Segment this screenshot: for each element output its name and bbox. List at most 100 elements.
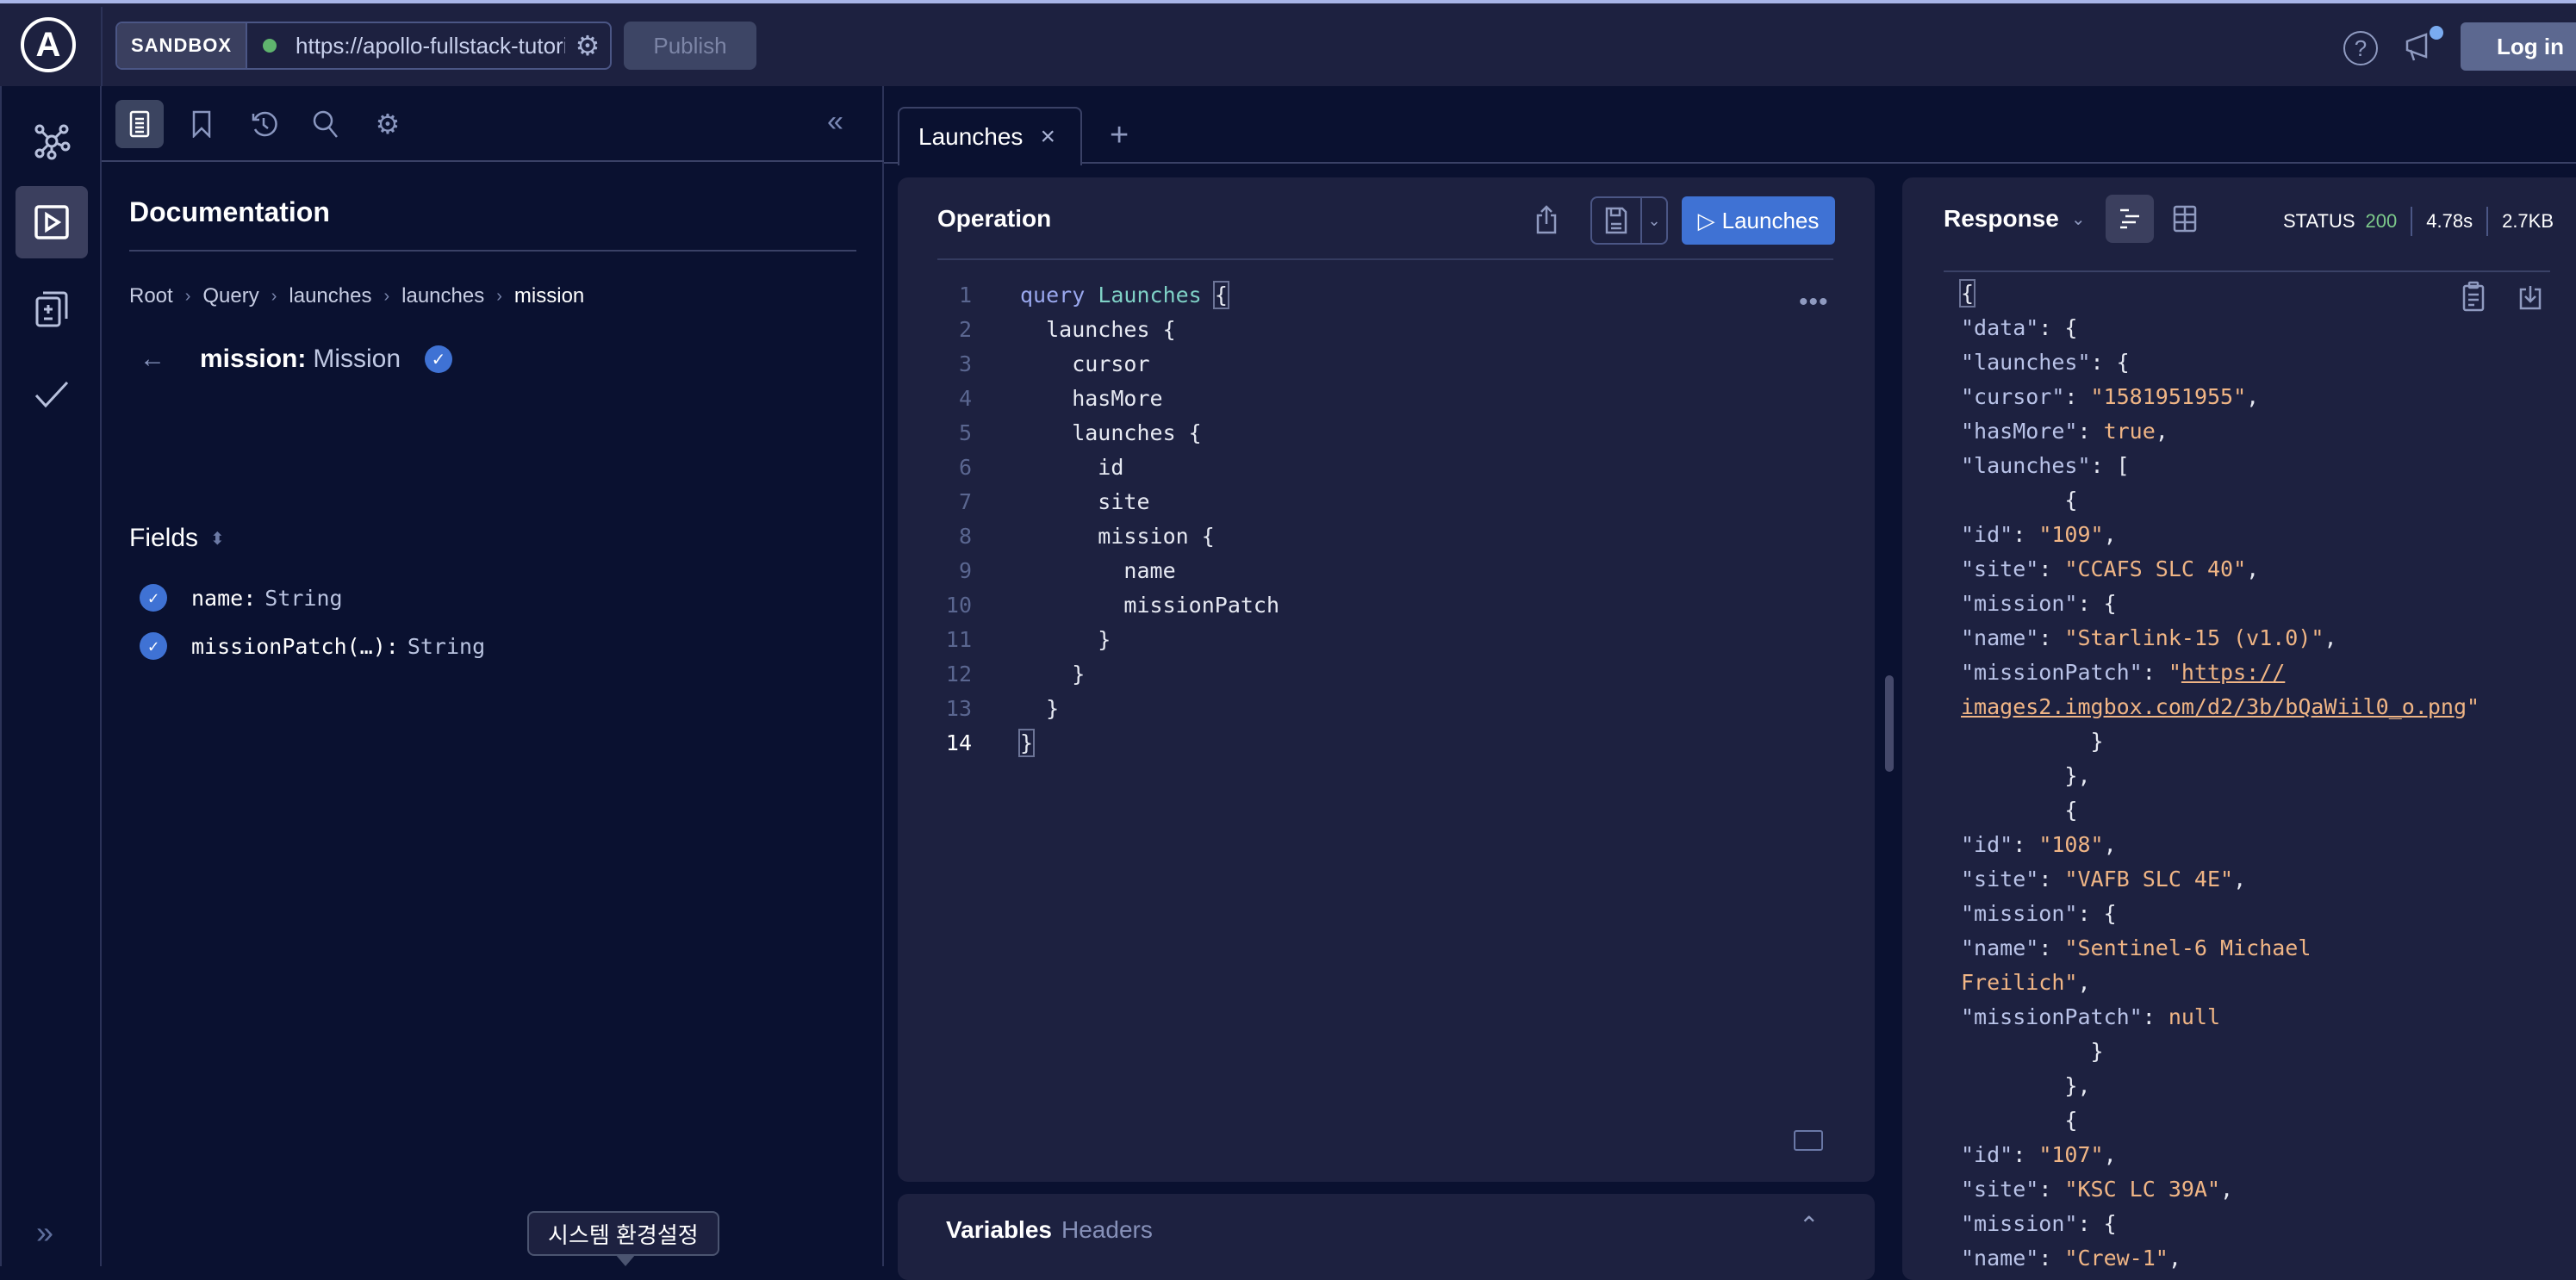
field-check-icon[interactable]: ✓ [140,632,167,660]
bookmark-icon[interactable] [177,100,226,148]
nav-checks-button[interactable] [16,358,88,431]
add-tab-icon[interactable]: + [1110,117,1129,154]
code-line[interactable]: 3 cursor [898,346,1875,381]
query-editor[interactable]: 1 query Launches {2 launches {3 cursor 4 h… [898,277,1875,760]
share-icon[interactable] [1535,205,1558,241]
breadcrumb-item[interactable]: launches [289,284,371,308]
chevron-right-icon: › [496,286,502,306]
tab-launches[interactable]: Launches × [898,107,1082,165]
help-question-circle-icon[interactable]: ? [2343,31,2378,65]
json-line: "site": "KSC LC 39A", [1961,1176,2234,1202]
variables-panel: Variables Headers ⌃ [898,1194,1875,1280]
login-button[interactable]: Log in [2461,22,2576,71]
code-line[interactable]: 13 } [898,691,1875,725]
code-line[interactable]: 10 missionPatch [898,587,1875,622]
field-type-link[interactable]: Mission [313,345,401,374]
code-line[interactable]: 14} [898,725,1875,760]
back-arrow-icon[interactable]: ← [140,345,200,374]
breadcrumb: Root › Query › launches › launches › mission [129,284,584,308]
code-line[interactable]: 11 } [898,622,1875,656]
code-line[interactable]: 5 launches { [898,415,1875,450]
response-title-dropdown[interactable]: Response ⌄ [1944,205,2086,233]
keyboard-icon[interactable] [1794,1130,1823,1151]
operation-title: Operation [937,205,1052,232]
field-type[interactable]: String [264,586,342,611]
expand-panel-icon[interactable]: ⌃ [1799,1211,1819,1240]
line-number: 6 [958,454,972,480]
code-text: } [1020,695,1060,721]
files-diff-icon [35,291,68,327]
chevron-right-icon: › [383,286,390,306]
close-tab-icon[interactable]: × [1040,122,1055,152]
panel-resize-handle[interactable] [1885,675,1894,772]
code-text: id [1020,454,1124,480]
settings-icon[interactable]: ⚙ [364,100,412,148]
sort-icon[interactable]: ⬍ [210,528,225,550]
code-line[interactable]: 9 name [898,553,1875,587]
breadcrumb-item[interactable]: Query [202,284,258,308]
field-check-icon[interactable]: ✓ [140,584,167,612]
code-line[interactable]: 7 site [898,484,1875,519]
check-icon [34,381,69,408]
endpoint-settings-gear-icon[interactable]: ⚙ [565,23,610,68]
field-row[interactable]: ✓ name: String [140,584,343,612]
sandbox-badge: SANDBOX [117,23,248,68]
fields-label: Fields [129,524,199,552]
download-icon[interactable] [2519,284,2542,314]
json-line: "launches": [ [1961,452,2130,478]
json-line: }, [1961,762,2091,788]
code-text: } [1020,626,1111,652]
left-nav: » [0,86,102,1266]
json-line: } [1961,728,2104,754]
field-name: name: [191,585,257,611]
nav-diff-button[interactable] [16,272,88,345]
publish-button[interactable]: Publish [624,22,756,70]
line-number: 4 [958,385,972,411]
code-line[interactable]: 4 hasMore [898,381,1875,415]
json-line: { [1961,487,2078,513]
code-line[interactable]: 6 id [898,450,1875,484]
copy-clipboard-icon[interactable] [2462,281,2485,316]
expand-nav-icon[interactable]: » [36,1215,53,1251]
json-line: "launches": { [1961,349,2130,375]
tab-variables[interactable]: Variables [946,1216,1052,1244]
json-line: "id": "109", [1961,521,2117,547]
json-line: "mission": { [1961,1210,2117,1236]
nav-explorer-button[interactable] [16,186,88,258]
code-text: name [1020,557,1176,583]
breadcrumb-item[interactable]: launches [401,284,484,308]
code-line[interactable]: 1 query Launches { [898,277,1875,312]
run-query-button[interactable]: ▷ Launches [1682,196,1835,245]
tab-headers[interactable]: Headers [1061,1216,1153,1244]
field-type[interactable]: String [408,634,485,659]
code-line[interactable]: 8 mission { [898,519,1875,553]
chevron-down-icon: ⌄ [2070,209,2086,229]
code-line[interactable]: 2 launches { [898,312,1875,346]
json-line: "site": "CCAFS SLC 40", [1961,556,2260,581]
collapse-panel-icon[interactable]: « [827,105,843,139]
apollo-logo-icon[interactable]: A [21,17,76,72]
json-line: "mission": { [1961,900,2117,926]
code-line[interactable]: 12 } [898,656,1875,691]
nav-schema-button[interactable] [16,105,88,177]
save-disk-icon[interactable] [1592,198,1642,243]
code-text: } [1017,728,1036,757]
line-number: 13 [945,695,972,721]
documentation-icon[interactable] [115,100,164,148]
code-text: site [1020,488,1150,514]
json-line: { [1961,1107,2078,1133]
history-icon[interactable] [240,100,288,148]
line-number: 8 [958,523,972,549]
save-dropdown-chevron-icon[interactable]: ⌄ [1642,198,1666,243]
field-row[interactable]: ✓ missionPatch(…): String [140,632,485,660]
table-view-button[interactable] [2161,195,2209,243]
breadcrumb-item[interactable]: Root [129,284,173,308]
play-square-icon [34,205,69,239]
tooltip-arrow [615,1254,636,1266]
selected-check-icon[interactable]: ✓ [425,345,453,373]
code-text: launches { [1020,419,1202,445]
search-icon[interactable] [302,100,350,148]
endpoint-url-input[interactable]: https://apollo-fullstack-tutorial [247,23,565,68]
json-view-button[interactable] [2106,195,2154,243]
save-button-group: ⌄ [1590,196,1668,245]
